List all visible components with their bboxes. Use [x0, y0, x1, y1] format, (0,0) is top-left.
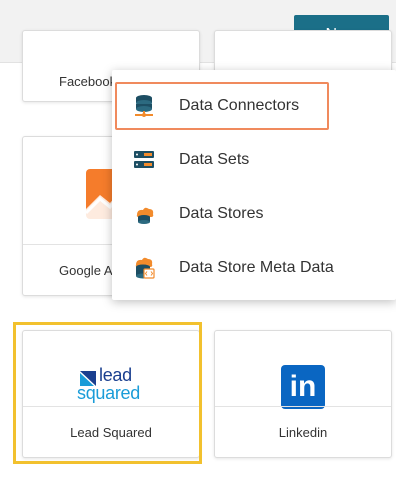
card-label: Linkedin [215, 406, 391, 457]
menu-item-data-connectors[interactable]: Data Connectors [112, 80, 396, 132]
menu-item-label: Data Store Meta Data [179, 259, 334, 276]
code-database-icon [132, 256, 156, 280]
cloud-database-icon [132, 202, 156, 226]
connector-card-linkedin[interactable]: in Linkedin [214, 330, 392, 458]
menu-item-data-stores[interactable]: Data Stores [112, 188, 396, 240]
menu-item-label: Data Sets [179, 151, 250, 168]
menu-item-label: Data Connectors [179, 97, 300, 114]
card-label-text: Facebook [59, 73, 117, 89]
database-icon [132, 94, 156, 118]
linkedin-logo-icon: in [281, 365, 325, 409]
card-label-text: Linkedin [278, 424, 328, 440]
page: New Facebook Google Analytics lead [0, 0, 396, 499]
new-dropdown-menu: Data Connectors Data Sets Data Stores Da… [112, 70, 396, 300]
menu-item-data-store-meta-data[interactable]: Data Store Meta Data [112, 242, 396, 294]
selection-highlight [13, 322, 202, 464]
linkedin-logo-text: in [289, 370, 317, 403]
menu-item-data-sets[interactable]: Data Sets [112, 134, 396, 186]
server-icon [132, 148, 156, 172]
menu-item-label: Data Stores [179, 205, 264, 222]
